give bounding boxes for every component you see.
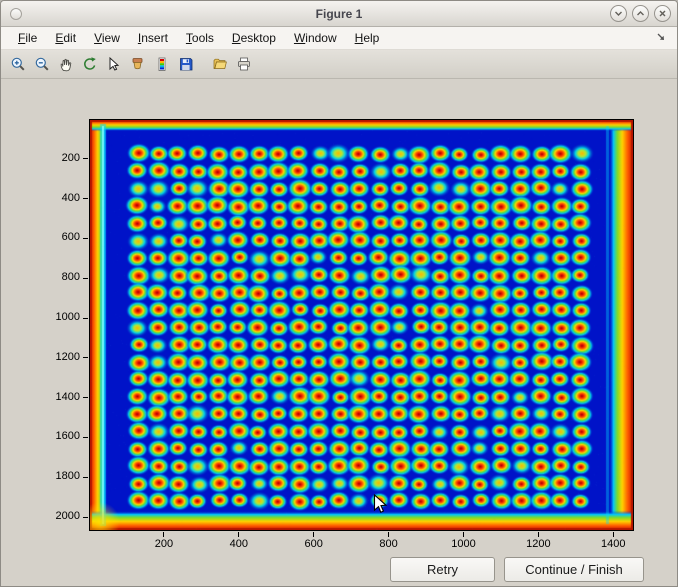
menu-window[interactable]: Window — [285, 28, 346, 48]
menu-desktop[interactable]: Desktop — [223, 28, 285, 48]
retry-button[interactable]: Retry — [390, 557, 495, 582]
window-menu-icon[interactable] — [10, 8, 22, 20]
x-tick-mark — [538, 532, 539, 537]
chevron-down-icon — [614, 9, 623, 18]
y-tick-label: 1000 — [40, 311, 80, 323]
x-tick-label: 1200 — [518, 538, 558, 550]
y-tick-mark — [83, 397, 88, 398]
mouse-cursor — [373, 494, 388, 520]
y-tick-label: 600 — [40, 231, 80, 243]
brush-button[interactable] — [126, 53, 149, 75]
x-tick-mark — [313, 532, 314, 537]
menu-tools[interactable]: Tools — [177, 28, 223, 48]
zoom-out-icon — [34, 56, 50, 72]
insert-colorbar-button[interactable] — [150, 53, 173, 75]
data-cursor-button[interactable] — [102, 53, 125, 75]
rotate-3d-button[interactable] — [78, 53, 101, 75]
dock-figure-icon[interactable] — [655, 31, 667, 46]
printer-icon — [236, 56, 252, 72]
rotate-icon — [82, 56, 98, 72]
y-tick-mark — [83, 198, 88, 199]
data-cursor-icon — [106, 56, 122, 72]
x-tick-mark — [463, 532, 464, 537]
y-tick-mark — [83, 158, 88, 159]
plot-axes — [89, 119, 634, 531]
open-folder-icon — [212, 56, 228, 72]
print-button[interactable] — [232, 53, 255, 75]
toolbar-separator — [198, 53, 207, 75]
zoom-in-button[interactable] — [6, 53, 29, 75]
brush-icon — [130, 56, 146, 72]
y-tick-mark — [83, 278, 88, 279]
maximize-button[interactable] — [632, 5, 649, 22]
continue-finish-button[interactable]: Continue / Finish — [504, 557, 644, 582]
y-tick-mark — [83, 238, 88, 239]
zoom-in-icon — [10, 56, 26, 72]
menu-insert[interactable]: Insert — [129, 28, 177, 48]
x-tick-label: 800 — [369, 538, 409, 550]
y-tick-mark — [83, 477, 88, 478]
y-tick-label: 1800 — [40, 470, 80, 482]
y-tick-label: 800 — [40, 271, 80, 283]
menu-bar: File Edit View Insert Tools Desktop Wind… — [1, 27, 677, 50]
minimize-button[interactable] — [610, 5, 627, 22]
save-icon — [178, 56, 194, 72]
y-tick-label: 1600 — [40, 430, 80, 442]
zoom-out-button[interactable] — [30, 53, 53, 75]
figure-window: Figure 1 File Edit View Insert Tools Des… — [0, 0, 678, 587]
scan-image[interactable] — [90, 120, 633, 530]
x-tick-label: 400 — [219, 538, 259, 550]
x-tick-label: 1000 — [443, 538, 483, 550]
x-tick-label: 600 — [294, 538, 334, 550]
open-button[interactable] — [208, 53, 231, 75]
menu-view[interactable]: View — [85, 28, 129, 48]
figure-toolbar — [1, 50, 677, 79]
close-button[interactable] — [654, 5, 671, 22]
window-title: Figure 1 — [1, 7, 677, 21]
x-tick-mark — [163, 532, 164, 537]
y-tick-label: 2000 — [40, 510, 80, 522]
close-icon — [658, 9, 667, 18]
figure-content: Retry Continue / Finish 200 400 600 800 1000… — [1, 79, 677, 587]
y-tick-mark — [83, 517, 88, 518]
title-bar: Figure 1 — [1, 1, 677, 27]
y-tick-label: 400 — [40, 192, 80, 204]
y-tick-mark — [83, 437, 88, 438]
save-button[interactable] — [174, 53, 197, 75]
y-tick-label: 1400 — [40, 391, 80, 403]
y-tick-mark — [83, 357, 88, 358]
x-tick-mark — [388, 532, 389, 537]
x-tick-mark — [613, 532, 614, 537]
y-tick-mark — [83, 318, 88, 319]
x-tick-label: 200 — [144, 538, 184, 550]
menu-file[interactable]: File — [9, 28, 46, 48]
menu-help[interactable]: Help — [346, 28, 389, 48]
menu-edit[interactable]: Edit — [46, 28, 85, 48]
y-tick-label: 200 — [40, 152, 80, 164]
x-tick-label: 1400 — [593, 538, 633, 550]
pan-button[interactable] — [54, 53, 77, 75]
hand-icon — [58, 56, 74, 72]
y-tick-label: 1200 — [40, 351, 80, 363]
chevron-up-icon — [636, 9, 645, 18]
window-controls — [610, 5, 671, 22]
x-tick-mark — [238, 532, 239, 537]
colorbar-icon — [154, 56, 170, 72]
